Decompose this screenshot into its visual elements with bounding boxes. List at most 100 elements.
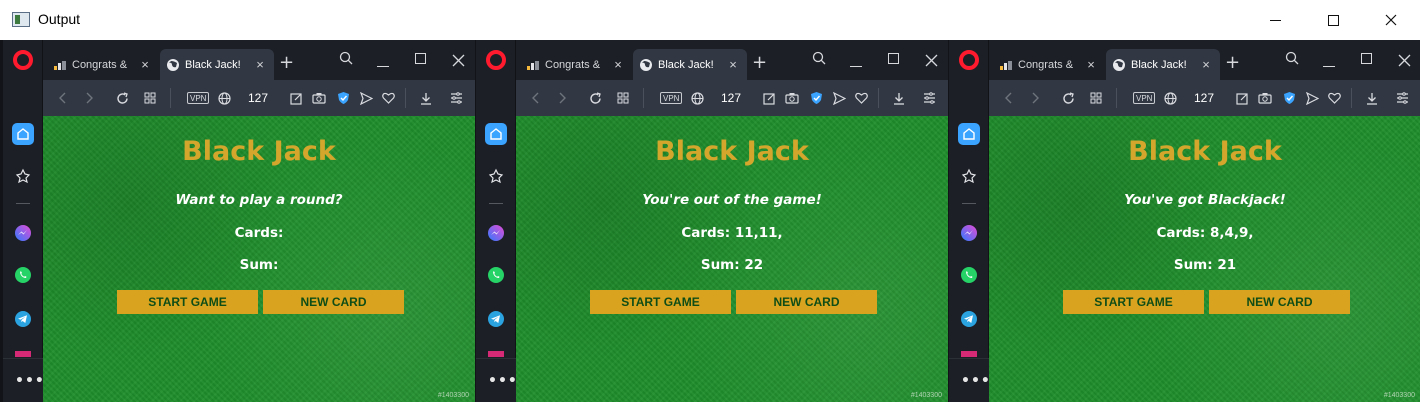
close-tab-icon[interactable]: × bbox=[1083, 57, 1099, 72]
send-icon[interactable] bbox=[357, 80, 375, 116]
vpn-badge[interactable]: VPN bbox=[660, 92, 683, 104]
home-icon[interactable] bbox=[485, 123, 507, 145]
forward-icon[interactable] bbox=[554, 80, 572, 116]
browser-close-button[interactable] bbox=[925, 52, 938, 71]
whatsapp-icon[interactable] bbox=[958, 264, 980, 286]
vpn-badge[interactable]: VPN bbox=[187, 92, 210, 104]
camera-icon[interactable] bbox=[1256, 80, 1274, 116]
download-icon[interactable] bbox=[1363, 80, 1381, 116]
opera-logo-icon[interactable] bbox=[486, 50, 506, 70]
heart-icon[interactable] bbox=[1325, 80, 1343, 116]
tab-grid-icon[interactable] bbox=[614, 80, 632, 116]
search-icon[interactable] bbox=[339, 50, 353, 69]
messenger-icon[interactable] bbox=[485, 222, 507, 244]
globe-icon[interactable] bbox=[1161, 80, 1179, 116]
more-icon[interactable]: ••• bbox=[961, 373, 991, 389]
back-icon[interactable] bbox=[999, 80, 1017, 116]
download-icon[interactable] bbox=[417, 80, 435, 116]
new-card-button[interactable]: NEW CARD bbox=[263, 290, 404, 314]
tab-congrats[interactable]: Congrats & × bbox=[520, 49, 632, 80]
shield-icon[interactable] bbox=[1280, 80, 1298, 116]
tab-black-jack[interactable]: Black Jack! × bbox=[633, 49, 747, 80]
tab-black-jack[interactable]: Black Jack! × bbox=[160, 49, 274, 80]
opera-logo-icon[interactable] bbox=[959, 50, 979, 70]
browser-minimize-button[interactable] bbox=[850, 66, 862, 67]
browser-close-button[interactable] bbox=[452, 52, 465, 71]
close-tab-icon[interactable]: × bbox=[725, 57, 741, 72]
close-tab-icon[interactable]: × bbox=[252, 57, 268, 72]
browser-maximize-button[interactable] bbox=[888, 53, 899, 64]
send-icon[interactable] bbox=[1303, 80, 1321, 116]
instagram-icon[interactable] bbox=[485, 351, 507, 357]
window-close-button[interactable] bbox=[1362, 0, 1420, 40]
new-tab-icon[interactable]: + bbox=[1225, 54, 1240, 72]
forward-icon[interactable] bbox=[1027, 80, 1045, 116]
tab-grid-icon[interactable] bbox=[1087, 80, 1105, 116]
camera-icon[interactable] bbox=[783, 80, 801, 116]
telegram-icon[interactable] bbox=[12, 308, 34, 330]
telegram-icon[interactable] bbox=[958, 308, 980, 330]
new-tab-icon[interactable]: + bbox=[279, 54, 294, 72]
tab-congrats[interactable]: Congrats & × bbox=[993, 49, 1105, 80]
camera-icon[interactable] bbox=[310, 80, 328, 116]
globe-icon[interactable] bbox=[215, 80, 233, 116]
whatsapp-icon[interactable] bbox=[12, 264, 34, 286]
snapshot-icon[interactable] bbox=[1233, 80, 1251, 116]
back-icon[interactable] bbox=[526, 80, 544, 116]
close-tab-icon[interactable]: × bbox=[1198, 57, 1214, 72]
search-icon[interactable] bbox=[812, 50, 826, 69]
shield-icon[interactable] bbox=[807, 80, 825, 116]
globe-icon[interactable] bbox=[688, 80, 706, 116]
browser-maximize-button[interactable] bbox=[1361, 53, 1372, 64]
tab-congrats[interactable]: Congrats & × bbox=[47, 49, 159, 80]
tab-grid-icon[interactable] bbox=[141, 80, 159, 116]
window-minimize-button[interactable] bbox=[1246, 0, 1304, 40]
close-tab-icon[interactable]: × bbox=[137, 57, 153, 72]
reload-icon[interactable] bbox=[113, 80, 131, 116]
whatsapp-icon[interactable] bbox=[485, 264, 507, 286]
start-game-button[interactable]: START GAME bbox=[117, 290, 258, 314]
browser-minimize-button[interactable] bbox=[377, 66, 389, 67]
tab-bar: Congrats & × Black Jack! × + bbox=[516, 40, 948, 80]
new-card-button[interactable]: NEW CARD bbox=[736, 290, 877, 314]
shield-icon[interactable] bbox=[334, 80, 352, 116]
browser-close-button[interactable] bbox=[1398, 52, 1411, 71]
heart-icon[interactable] bbox=[852, 80, 870, 116]
reload-icon[interactable] bbox=[586, 80, 604, 116]
window-maximize-button[interactable] bbox=[1304, 0, 1362, 40]
snapshot-icon[interactable] bbox=[760, 80, 778, 116]
browser-maximize-button[interactable] bbox=[415, 53, 426, 64]
pin-icon[interactable] bbox=[12, 165, 34, 187]
reload-icon[interactable] bbox=[1059, 80, 1077, 116]
snapshot-icon[interactable] bbox=[287, 80, 305, 116]
back-icon[interactable] bbox=[53, 80, 71, 116]
messenger-icon[interactable] bbox=[958, 222, 980, 244]
browser-minimize-button[interactable] bbox=[1323, 66, 1335, 67]
instagram-icon[interactable] bbox=[958, 351, 980, 357]
settings-icon[interactable] bbox=[1393, 80, 1411, 116]
home-icon[interactable] bbox=[12, 123, 34, 145]
messenger-icon[interactable] bbox=[12, 222, 34, 244]
forward-icon[interactable] bbox=[81, 80, 99, 116]
new-card-button[interactable]: NEW CARD bbox=[1209, 290, 1350, 314]
vpn-badge[interactable]: VPN bbox=[1133, 92, 1156, 104]
pin-icon[interactable] bbox=[485, 165, 507, 187]
settings-icon[interactable] bbox=[447, 80, 465, 116]
send-icon[interactable] bbox=[830, 80, 848, 116]
start-game-button[interactable]: START GAME bbox=[1063, 290, 1204, 314]
close-tab-icon[interactable]: × bbox=[610, 57, 626, 72]
start-game-button[interactable]: START GAME bbox=[590, 290, 731, 314]
home-icon[interactable] bbox=[958, 123, 980, 145]
tab-black-jack[interactable]: Black Jack! × bbox=[1106, 49, 1220, 80]
download-icon[interactable] bbox=[890, 80, 908, 116]
more-icon[interactable]: ••• bbox=[15, 373, 45, 389]
opera-logo-icon[interactable] bbox=[13, 50, 33, 70]
settings-icon[interactable] bbox=[920, 80, 938, 116]
instagram-icon[interactable] bbox=[12, 351, 34, 357]
new-tab-icon[interactable]: + bbox=[752, 54, 767, 72]
more-icon[interactable]: ••• bbox=[488, 373, 518, 389]
telegram-icon[interactable] bbox=[485, 308, 507, 330]
pin-icon[interactable] bbox=[958, 165, 980, 187]
search-icon[interactable] bbox=[1285, 50, 1299, 69]
heart-icon[interactable] bbox=[379, 80, 397, 116]
